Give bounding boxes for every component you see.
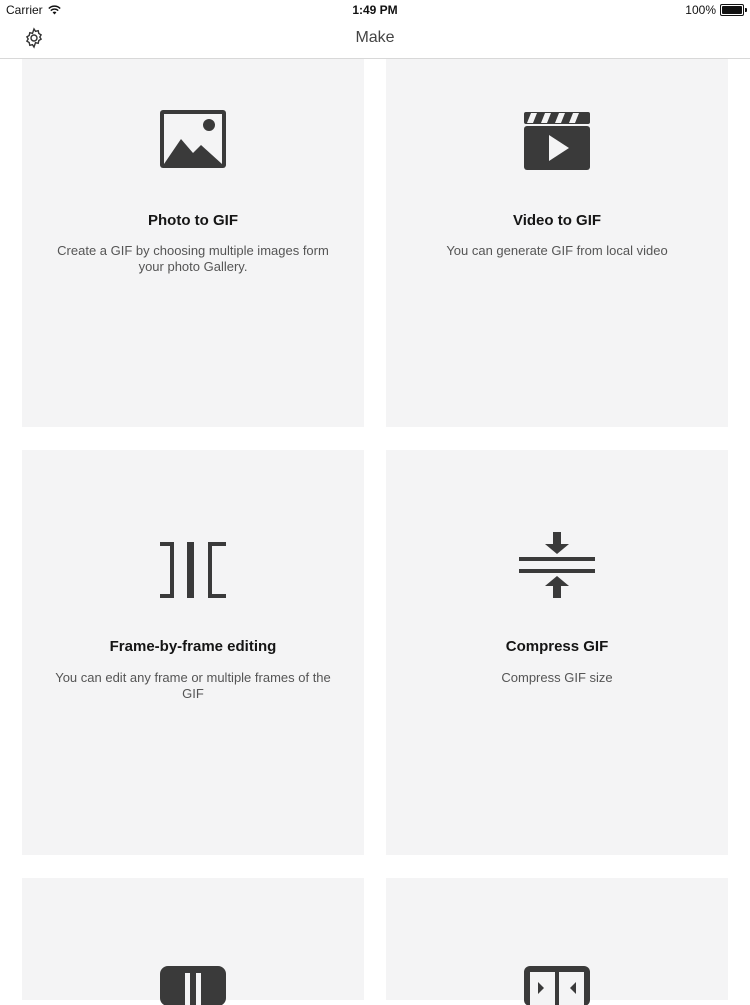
compress-icon	[386, 530, 728, 600]
card-title: Photo to GIF	[148, 212, 238, 229]
columns-card[interactable]	[22, 878, 364, 1005]
video-to-gif-card[interactable]: Video to GIF You can generate GIF from l…	[386, 59, 728, 427]
card-title: Compress GIF	[505, 638, 609, 655]
columns-icon	[22, 965, 364, 1005]
battery-indicator: 100%	[685, 3, 747, 17]
photo-to-gif-card[interactable]: Photo to GIF Create a GIF by choosing mu…	[22, 59, 364, 427]
card-title: Video to GIF	[512, 212, 602, 229]
compress-gif-card[interactable]: Compress GIF Compress GIF size	[386, 450, 728, 855]
battery-label: 100%	[685, 3, 716, 17]
feature-grid: Photo to GIF Create a GIF by choosing mu…	[0, 59, 750, 1005]
card-title: Frame-by-frame editing	[109, 638, 277, 655]
frame-editing-card[interactable]: Frame-by-frame editing You can edit any …	[22, 450, 364, 855]
photo-icon	[22, 109, 364, 169]
card-description: You can generate GIF from local video	[446, 243, 668, 258]
card-description: Compress GIF size	[501, 670, 613, 685]
status-bar: Carrier 1:49 PM 100%	[0, 0, 750, 20]
resize-card[interactable]	[386, 878, 728, 1005]
page-title: Make	[355, 29, 395, 46]
battery-icon	[720, 4, 747, 16]
card-description: Create a GIF by choosing multiple images…	[57, 243, 329, 274]
card-description: You can edit any frame or multiple frame…	[55, 670, 331, 701]
resize-icon	[386, 965, 728, 1005]
frame-editing-icon	[22, 540, 364, 600]
status-time: 1:49 PM	[352, 3, 398, 17]
navigation-bar: Make	[0, 20, 750, 59]
video-clapper-icon	[386, 111, 728, 171]
